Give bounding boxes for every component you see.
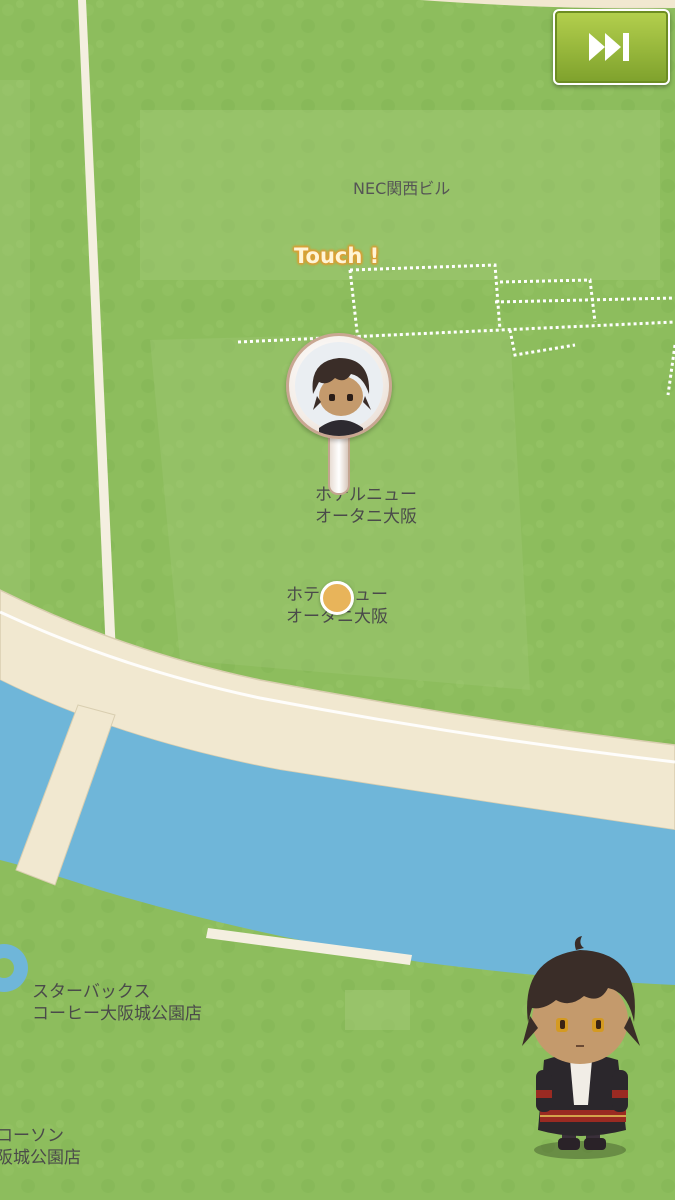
map-screen: NEC関西ビル ホテルニュー オータニ大阪 ホテルニュー オータニ大阪 スターバ… bbox=[0, 0, 675, 1200]
chibi-character-icon[interactable] bbox=[500, 930, 665, 1165]
map-label-nec-building: NEC関西ビル bbox=[353, 179, 451, 198]
location-dot-icon[interactable] bbox=[320, 581, 354, 615]
character-pin[interactable] bbox=[286, 333, 392, 495]
character-portrait-icon bbox=[286, 333, 392, 439]
pin-stick bbox=[328, 431, 350, 495]
map-label-starbucks: スターバックス コーヒー大阪城公園店 bbox=[32, 982, 202, 1024]
fast-forward-icon bbox=[588, 33, 629, 61]
park-patch bbox=[0, 80, 30, 600]
map-label-lawson: ローソン 阪城公園店 bbox=[0, 1126, 81, 1168]
skip-button[interactable] bbox=[553, 9, 670, 85]
touch-hint: Touch ! bbox=[294, 244, 380, 268]
